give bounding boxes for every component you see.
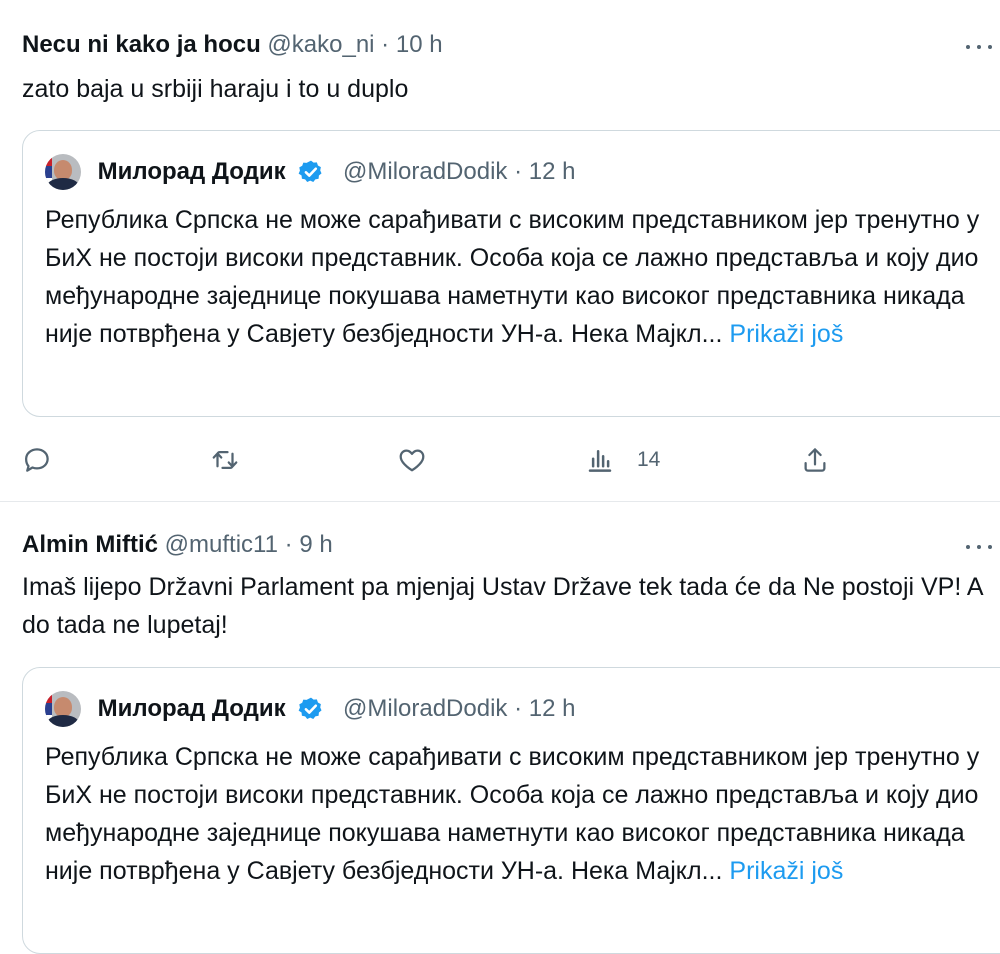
quoted-tweet-text: Република Српска не може сарађивати с ви…: [45, 738, 995, 890]
quoted-tweet[interactable]: Милорад Додик @MiloradDodik · 12 h Репуб…: [22, 130, 1000, 417]
author-handle[interactable]: @muftic11: [165, 531, 278, 558]
tweet-text: Imaš lijepo Državni Parlament pa mjenjaj…: [22, 573, 990, 639]
tweet[interactable]: Necu ni kako ja hocu @kako_ni · 10 h zat…: [0, 0, 1000, 502]
repost-icon: [212, 451, 238, 469]
author-handle[interactable]: @kako_ni: [267, 31, 374, 58]
share-button[interactable]: [800, 440, 830, 480]
share-icon: [804, 448, 826, 472]
views-button[interactable]: 14: [585, 440, 660, 480]
tweet-actions: 14: [0, 440, 1000, 480]
meta-separator: ·: [514, 158, 523, 185]
quoted-tweet[interactable]: Милорад Додик @MiloradDodik · 12 h Репуб…: [22, 667, 1000, 954]
repost-button[interactable]: [210, 440, 262, 480]
quoted-tweet-text: Република Српска не може сарађивати с ви…: [45, 201, 995, 353]
show-more-link[interactable]: Prikaži još: [729, 320, 843, 348]
views-count: 14: [637, 448, 661, 471]
tweet[interactable]: Almin Miftić @muftic11 · 9 h Imaš lijepo…: [0, 502, 1000, 954]
meta-separator: ·: [381, 31, 390, 58]
quoted-author-name[interactable]: Милорад Додик: [98, 158, 286, 185]
quoted-tweet-header: Милорад Додик @MiloradDodik · 12 h: [45, 690, 575, 728]
quoted-author-name[interactable]: Милорад Додик: [98, 695, 286, 722]
quoted-author-handle[interactable]: @MiloradDodik: [343, 695, 507, 722]
like-button[interactable]: [397, 440, 449, 480]
quoted-author-handle[interactable]: @MiloradDodik: [343, 158, 507, 185]
more-options-icon[interactable]: [964, 540, 994, 554]
meta-separator: ·: [284, 531, 293, 558]
tweet-time[interactable]: 10 h: [396, 31, 443, 58]
verified-badge-icon: [298, 697, 322, 719]
avatar[interactable]: [45, 154, 81, 190]
views-icon: [588, 450, 612, 472]
avatar[interactable]: [45, 691, 81, 727]
quoted-tweet-time[interactable]: 12 h: [529, 158, 576, 185]
meta-separator: ·: [514, 695, 523, 722]
tweet-header: Necu ni kako ja hocu @kako_ni · 10 h: [22, 30, 443, 60]
quoted-tweet-time[interactable]: 12 h: [529, 695, 576, 722]
more-options-icon[interactable]: [964, 40, 994, 54]
tweet-header: Almin Miftić @muftic11 · 9 h: [22, 530, 333, 560]
show-more-link[interactable]: Prikaži još: [729, 857, 843, 885]
author-name[interactable]: Necu ni kako ja hocu: [22, 31, 261, 58]
reply-icon: [25, 448, 49, 472]
like-icon: [399, 449, 425, 472]
tweet-time[interactable]: 9 h: [299, 531, 332, 558]
quoted-tweet-header: Милорад Додик @MiloradDodik · 12 h: [45, 153, 575, 191]
reply-button[interactable]: [22, 440, 74, 480]
author-name[interactable]: Almin Miftić: [22, 531, 158, 558]
verified-badge-icon: [298, 160, 322, 182]
tweet-text: zato baja u srbiji haraju i to u duplo: [22, 75, 409, 103]
